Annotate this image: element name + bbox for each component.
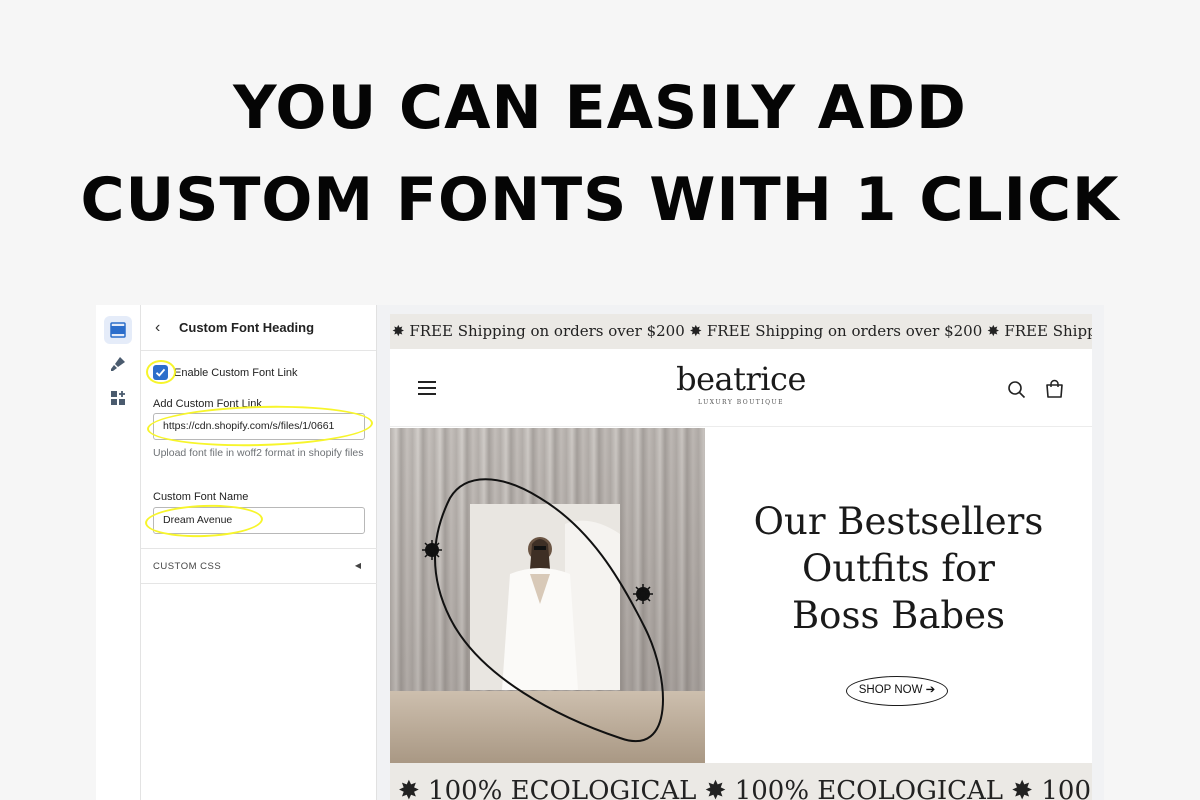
hero-title-line-2: Outfits for [802,547,995,590]
font-link-help-text: Upload font file in woff2 format in shop… [153,447,364,459]
back-arrow-icon[interactable]: ‹ [155,319,179,337]
search-icon[interactable] [1007,380,1026,399]
store-tagline: LUXURY BOUTIQUE [698,399,784,406]
store-logo[interactable]: beatrice [390,363,1092,395]
store-header: beatrice LUXURY BOUTIQUE [390,349,1092,427]
enable-custom-font-label: Enable Custom Font Link [174,366,298,379]
cart-icon[interactable] [1045,379,1064,399]
panel-header: ‹ Custom Font Heading [141,305,376,351]
headline-line-1: YOU CAN EASILY ADD [233,73,967,143]
hero-title-line-1: Our Bestsellers [753,500,1044,543]
theme-editor-screenshot: ‹ Custom Font Heading Enable Custom Font… [96,305,1104,800]
caret-left-icon: ◀ [354,561,361,570]
panel-title: Custom Font Heading [179,320,315,335]
apps-icon[interactable] [104,384,132,412]
hero-text-block: Our Bestsellers Outfits for Boss Babes S… [705,428,1092,763]
font-link-label: Add Custom Font Link [153,398,262,410]
settings-panel: ‹ Custom Font Heading Enable Custom Font… [141,305,377,800]
custom-css-section[interactable]: CUSTOM CSS ◀ [141,548,377,584]
announcement-bar: ✸ FREE Shipping on orders over $200 ✸ FR… [390,314,1092,349]
font-name-label: Custom Font Name [153,491,249,503]
hero-title-line-3: Boss Babes [791,594,1006,637]
font-link-input[interactable]: https://cdn.shopify.com/s/files/1/0661 [153,413,365,440]
store-preview: ✸ FREE Shipping on orders over $200 ✸ FR… [390,314,1092,800]
custom-css-label: CUSTOM CSS [153,561,222,572]
icon-rail [96,305,141,800]
font-name-input[interactable]: Dream Avenue [153,507,365,534]
brush-icon[interactable] [104,350,132,378]
shop-now-button[interactable]: SHOP NOW ➔ [846,676,948,706]
enable-custom-font-row[interactable]: Enable Custom Font Link [153,365,298,380]
hero-image [390,428,705,763]
headline-line-2: CUSTOM FONTS WITH 1 CLICK [80,165,1120,235]
checkmark-icon [155,368,166,377]
decorative-orbit [422,478,664,742]
ecological-marquee: ✸ 100% ECOLOGICAL ✸ 100% ECOLOGICAL ✸ 10… [390,763,1092,800]
sections-icon[interactable] [104,316,132,344]
hero-title: Our Bestsellers Outfits for Boss Babes [705,498,1092,639]
enable-custom-font-checkbox[interactable] [153,365,168,380]
